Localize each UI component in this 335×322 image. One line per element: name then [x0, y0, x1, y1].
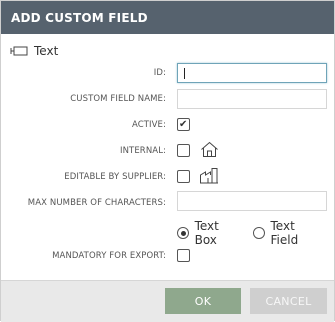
- radio-button-text-field[interactable]: [252, 227, 265, 239]
- internal-checkbox[interactable]: [177, 144, 190, 157]
- max-characters-label: MAX NUMBER OF CHARACTERS:: [27, 198, 166, 208]
- active-checkbox[interactable]: ✔: [177, 118, 190, 131]
- radio-button-text-box[interactable]: [177, 227, 189, 239]
- radio-label-text-field: Text Field: [270, 219, 299, 247]
- check-icon: ✔: [179, 119, 188, 130]
- mandatory-for-export-checkbox[interactable]: [177, 249, 190, 262]
- field-type-indicator: Text: [10, 44, 58, 58]
- mandatory-for-export-label: MANDATORY FOR EXPORT:: [52, 251, 166, 261]
- text-field-icon: [10, 46, 28, 56]
- add-custom-field-dialog: ADD CUSTOM FIELD Text ID: CUSTOM FIELD N…: [0, 0, 335, 322]
- id-input[interactable]: [177, 63, 327, 83]
- radio-option-text-field[interactable]: Text Field: [252, 219, 324, 247]
- ok-button[interactable]: OK: [165, 288, 241, 314]
- cancel-button[interactable]: CANCEL: [250, 288, 327, 314]
- dialog-titlebar: ADD CUSTOM FIELD: [1, 1, 334, 34]
- internal-label: INTERNAL:: [119, 146, 166, 156]
- active-label: ACTIVE:: [131, 120, 166, 130]
- max-characters-input[interactable]: [177, 191, 327, 211]
- id-label: ID:: [153, 68, 166, 78]
- factory-icon: [200, 168, 218, 184]
- custom-field-name-label: CUSTOM FIELD NAME:: [70, 94, 166, 104]
- field-type-label: Text: [34, 44, 59, 58]
- dialog-title: ADD CUSTOM FIELD: [11, 11, 148, 25]
- editable-by-supplier-label: EDITABLE BY SUPPLIER:: [64, 172, 166, 182]
- dialog-footer: OK CANCEL: [1, 280, 334, 322]
- radio-option-text-box[interactable]: Text Box: [177, 219, 243, 247]
- text-format-radio-group: Text Box Text Field: [177, 219, 334, 247]
- text-caret: [184, 68, 185, 79]
- custom-field-name-input[interactable]: [177, 89, 327, 109]
- house-icon: [201, 141, 218, 157]
- editable-by-supplier-checkbox[interactable]: [177, 170, 190, 183]
- radio-label-text-box: Text Box: [194, 219, 219, 247]
- radio-selected-dot: [180, 230, 186, 236]
